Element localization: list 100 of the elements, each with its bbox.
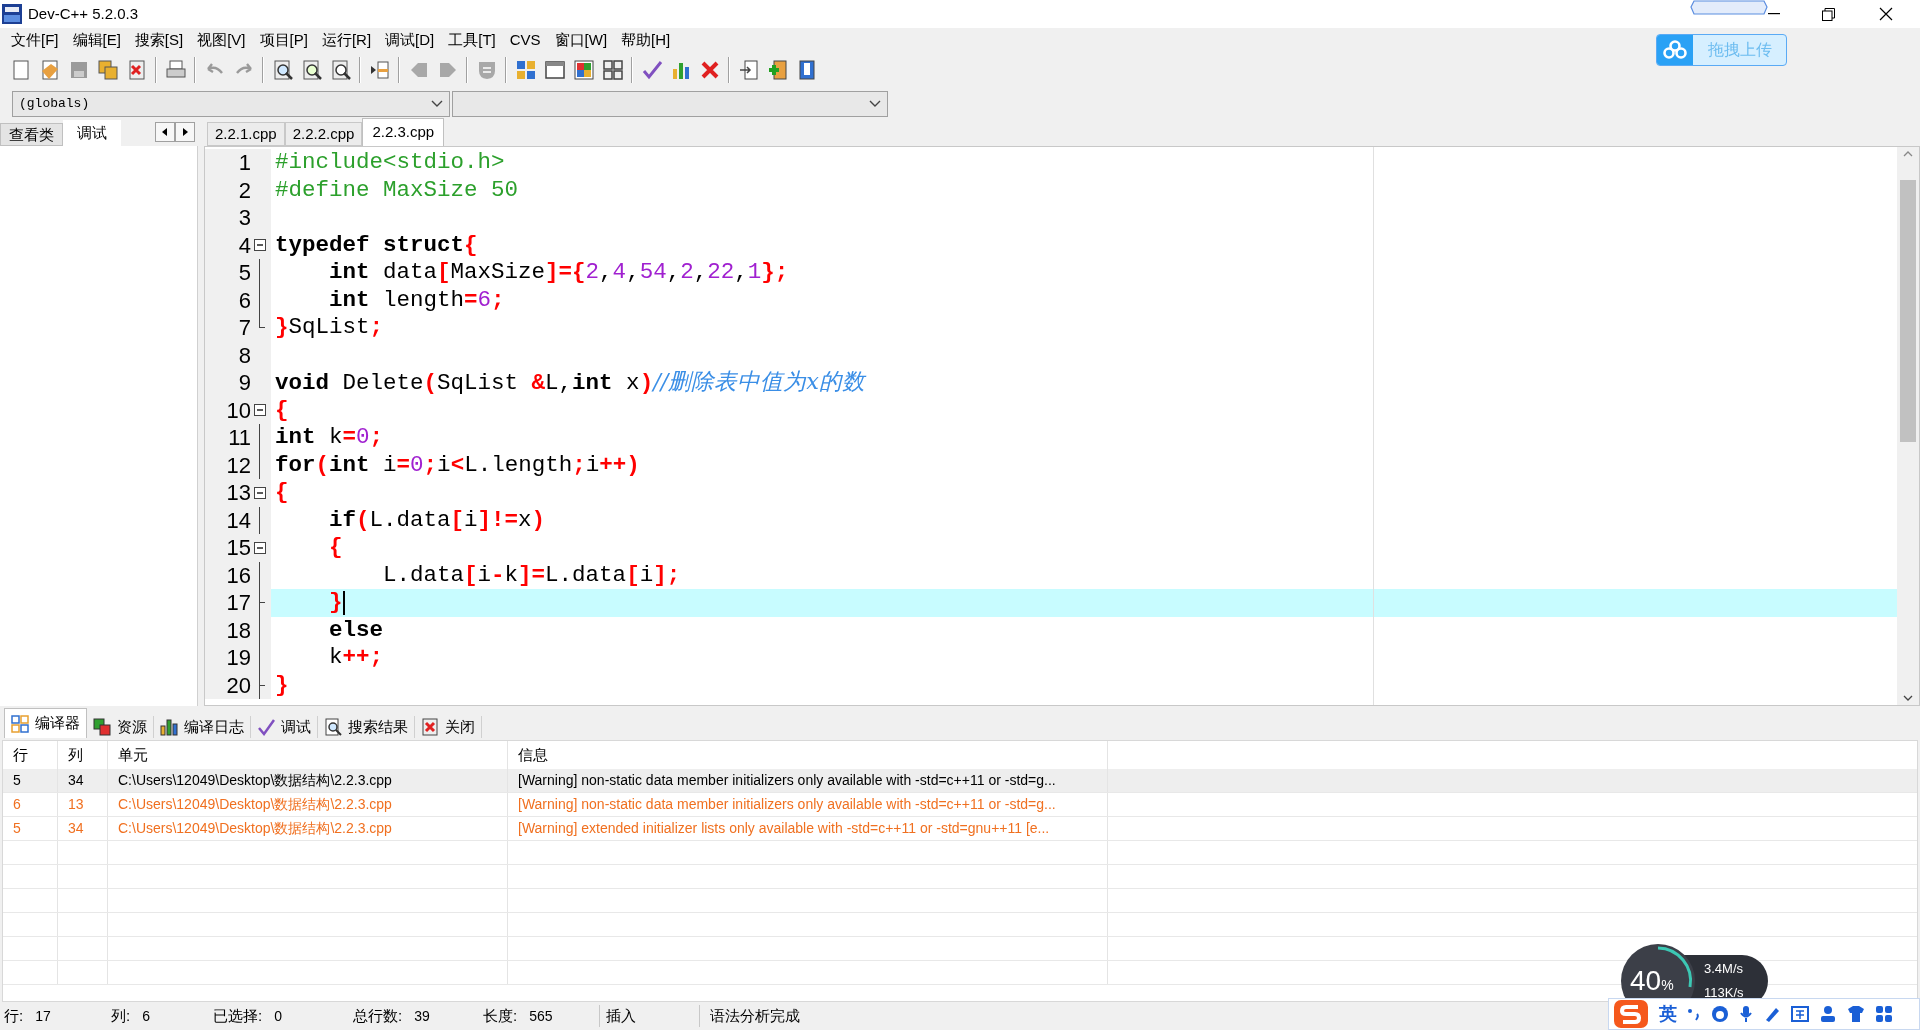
menu-item[interactable]: 搜索[S] [127,29,191,51]
line-number: 3 [237,204,252,232]
fold-toggle-icon[interactable] [254,239,266,252]
line-number: 8 [237,341,252,369]
bar-chart-icon [160,717,178,736]
microphone-icon[interactable] [1739,1005,1753,1023]
table-cell-text: 34 [68,819,84,838]
goto-line-icon[interactable] [368,59,391,81]
save-all-icon[interactable] [96,59,119,81]
line-number: 20 [225,671,252,699]
panel-tab[interactable]: 编译器 [4,708,87,738]
status-value: 565 [529,1006,553,1026]
run-icon[interactable] [543,59,566,81]
table-cell-text: 5 [13,819,21,838]
menu-item[interactable]: 文件[F] [4,29,66,51]
vertical-scrollbar[interactable] [1897,147,1919,705]
line-number: 6 [237,286,252,314]
file-tab[interactable]: 2.2.1.cpp [207,122,285,146]
status-value: 0 [274,1006,282,1026]
code-line: k++; [328,644,384,672]
code-line: for(int i=0;i<L.length;i++) [275,451,640,479]
cloud-icon [1663,40,1687,60]
menu-item[interactable]: 项目[P] [252,29,315,51]
scroll-left-button[interactable] [155,122,175,142]
grid-menu-icon[interactable] [1875,1005,1893,1023]
scrollbar-thumb[interactable] [1900,180,1916,442]
side-tab[interactable]: 查看类 [0,123,63,146]
search-icon [324,717,342,736]
left-arrow-icon [162,128,168,136]
table-cell-text: C:\Users\12049\Desktop\数据结构\2.2.3.cpp [118,771,392,790]
code-line: { [275,479,289,507]
load-percent: 40% [1630,965,1674,996]
menu-item[interactable]: 窗口[W] [547,29,615,51]
menu-item[interactable]: 运行[R] [314,29,379,51]
import-icon[interactable] [737,59,760,81]
table-cell-text: 13 [68,795,84,814]
checkmark-icon[interactable] [640,59,663,81]
file-tab[interactable]: 2.2.3.cpp [362,118,445,146]
line-number: 15 [225,534,252,562]
line-number: 4 [237,231,252,259]
code-line: #include<stdio.h> [275,149,505,177]
table-cell-text: [Warning] non-static data member initializers only available with -std=c++11 or -std=g... [518,795,1056,814]
table-cell-text: C:\Users\12049\Desktop\数据结构\2.2.3.cpp [118,795,392,814]
upload-speed: 3.4M/s [1704,960,1743,978]
menu-item[interactable]: 工具[T] [441,29,503,51]
add-icon[interactable] [766,59,789,81]
status-label: 已选择: [213,1005,263,1026]
line-number: 9 [237,369,252,397]
compile-icon[interactable] [514,59,537,81]
text-cursor [342,590,345,615]
table-cell-text: [Warning] non-static data member initializers only available with -std=c++11 or -std=g... [518,771,1056,790]
emoji-icon[interactable] [1711,1005,1729,1023]
status-value: 39 [414,1006,430,1026]
line-number: 5 [237,259,252,287]
menu-item[interactable]: 调试[D] [378,29,442,51]
close-icon [421,717,439,736]
find-icon[interactable] [271,59,294,81]
fold-toggle-icon[interactable] [254,404,266,417]
fold-toggle-icon[interactable] [254,541,266,554]
status-label: 总行数: [353,1005,403,1026]
floating-widget-icon [1690,0,1768,15]
table-cell-text: 34 [68,771,84,790]
scope-combo[interactable]: (globals) [12,91,450,117]
code-line: int data[MaxSize]={2,4,54,2,22,1}; [328,259,789,287]
status-message: 语法分析完成 [699,1005,800,1027]
code-line: else [328,616,384,644]
menu-item[interactable]: 视图[V] [190,29,253,51]
line-number: 10 [225,396,252,424]
shirt-icon[interactable] [1847,1005,1865,1023]
side-tab[interactable]: 调试 [63,120,121,146]
code-line: L.data[i-k]=L.data[i]; [382,561,681,589]
fold-toggle-icon[interactable] [254,486,266,499]
print-icon[interactable] [164,59,187,81]
keyboard-icon[interactable] [1791,1006,1809,1022]
message-row[interactable]: 5 34 C:\Users\12049\Desktop\数据结构\2.2.3.cpp [Warning] non-static data member initializers only available with -std=c++11 or -std=g... [3,769,1917,793]
status-value: 6 [142,1006,150,1026]
code-line: typedef struct{ [275,231,478,259]
menu-item[interactable]: CVS [502,29,548,51]
scroll-right-button[interactable] [175,122,195,142]
file-tab[interactable]: 2.2.2.cpp [284,122,363,146]
user-icon[interactable] [1819,1005,1837,1023]
code-line: if(L.data[i]!=x) [328,506,546,534]
replace-icon[interactable] [300,59,323,81]
compile-run-icon[interactable] [572,59,595,81]
ime-logo-icon[interactable] [1613,999,1649,1029]
code-line: void Delete(SqList &L,int x)//删除表中值为x的数 [275,368,865,398]
punctuation-icon[interactable] [1687,1006,1701,1022]
menu-item[interactable]: 帮助[H] [614,29,678,51]
find-next-icon[interactable] [329,59,352,81]
line-number: 17 [225,589,252,617]
line-number: 18 [225,616,252,644]
line-number: 1 [237,149,252,177]
ime-language[interactable]: 英 [1659,1000,1677,1028]
compiler-icon [11,714,29,733]
rebuild-icon[interactable] [601,59,624,81]
status-label: 列: [111,1005,131,1026]
pen-icon[interactable] [1763,1005,1781,1023]
menu-item[interactable]: 编辑[E] [65,29,128,51]
checkmark-icon [257,717,275,736]
close-icon [1879,7,1893,21]
